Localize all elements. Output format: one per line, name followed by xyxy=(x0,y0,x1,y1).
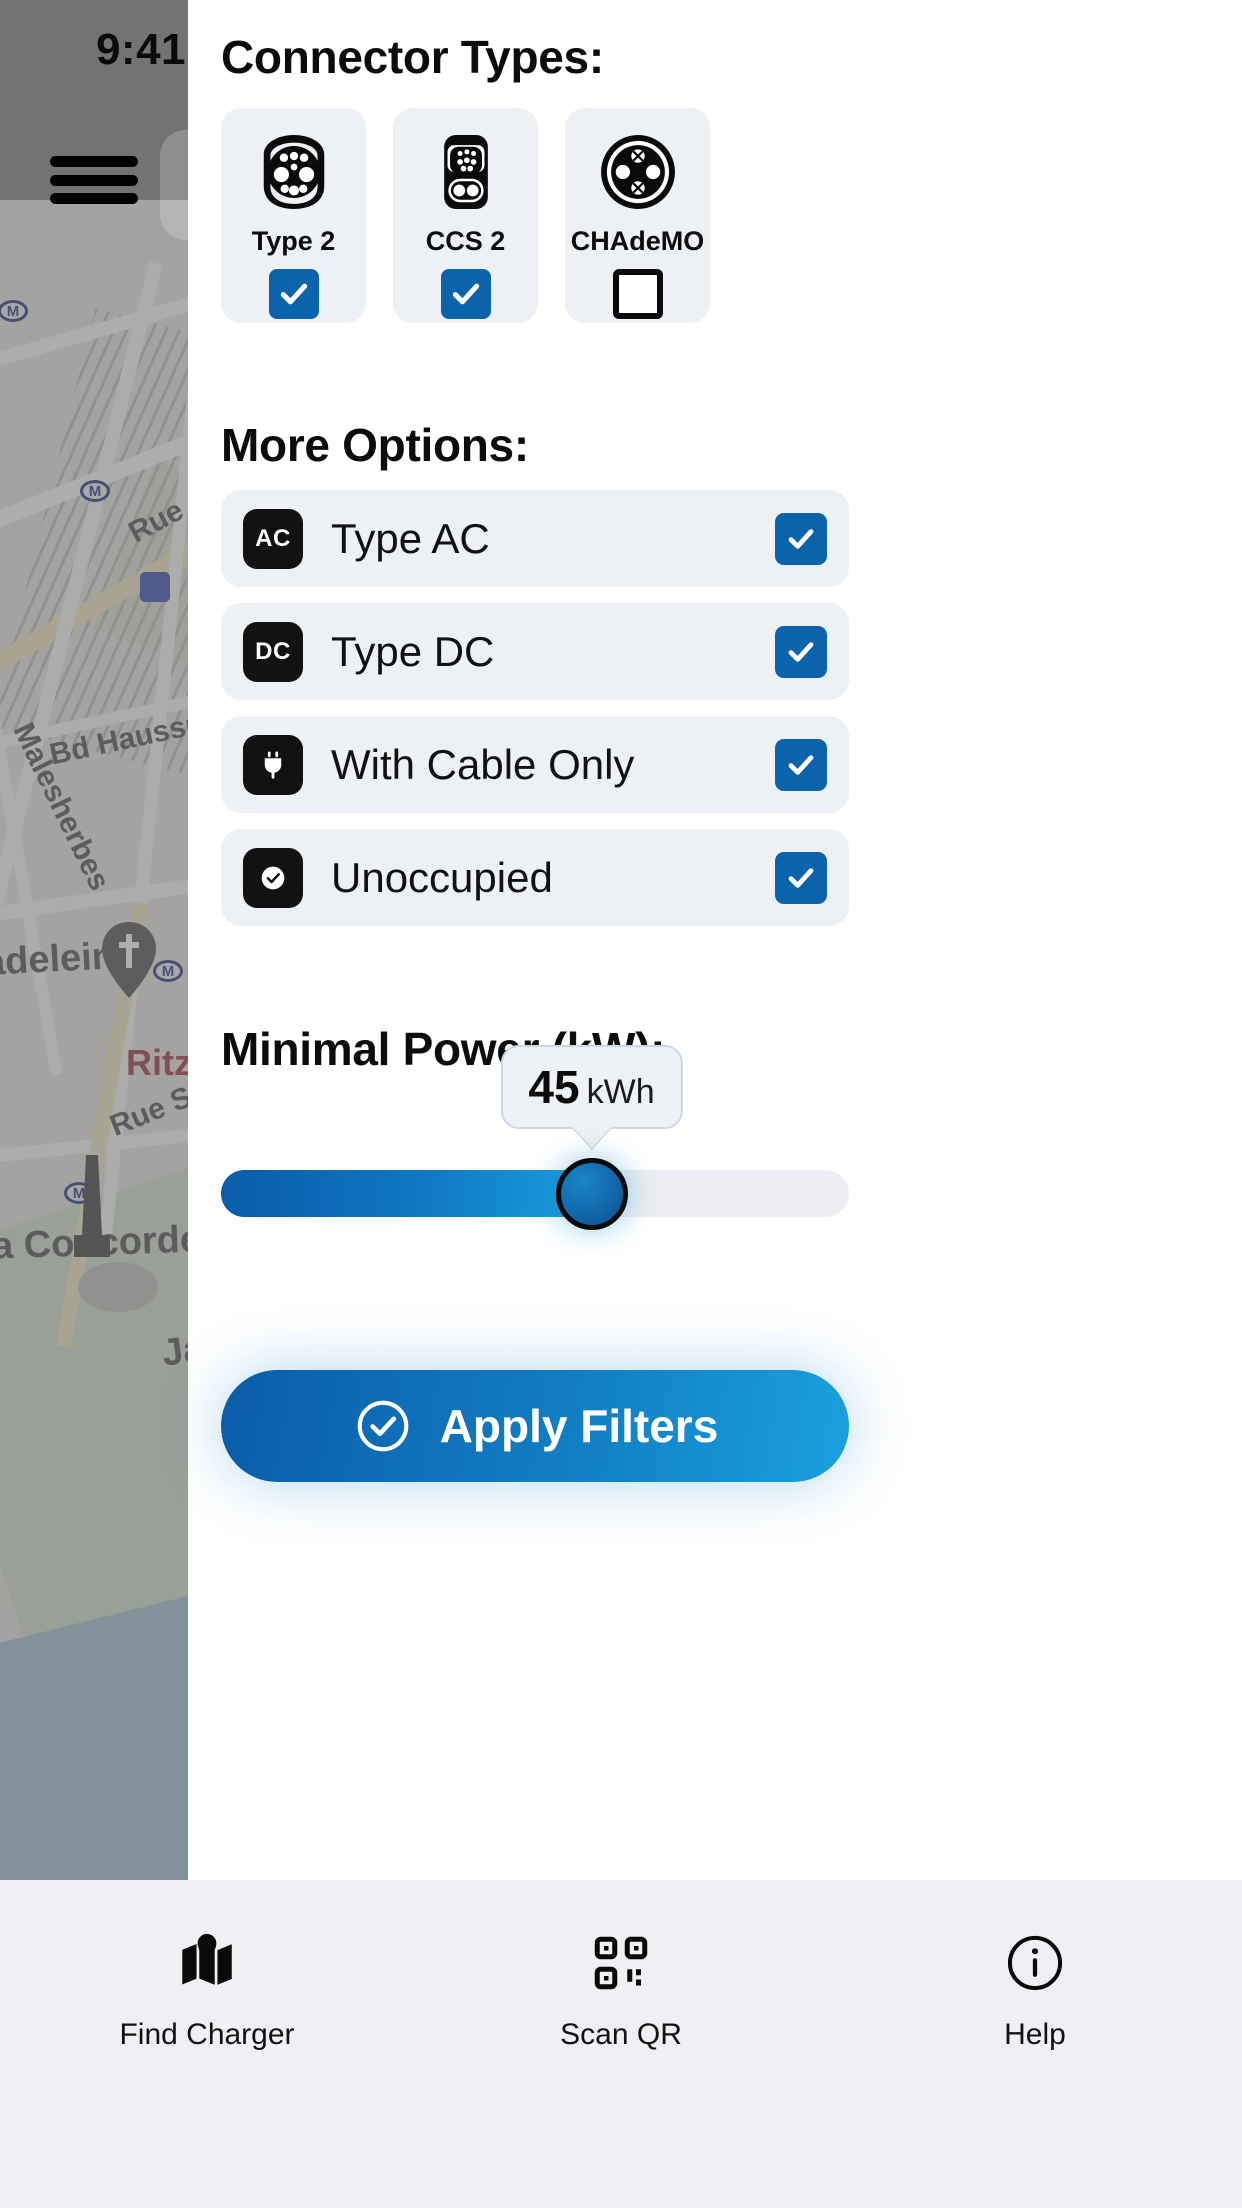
option-checkbox-type-ac[interactable] xyxy=(775,512,827,565)
dc-badge-text: DC xyxy=(255,637,291,665)
connector-types-row: Type 2 CCS 2 CHAdeMO xyxy=(221,108,710,323)
map-icon xyxy=(174,1930,240,1996)
option-label-with-cable-only: With Cable Only xyxy=(331,740,635,788)
option-label-unoccupied: Unoccupied xyxy=(331,853,553,901)
connector-checkbox-wrap-chademo[interactable] xyxy=(612,269,663,319)
check-icon xyxy=(280,283,307,305)
connector-label-chademo: CHAdeMO xyxy=(570,226,705,256)
info-circle-icon xyxy=(1002,1930,1068,1996)
check-icon xyxy=(452,283,479,305)
connector-label-type2: Type 2 xyxy=(251,226,336,256)
power-value: 45 xyxy=(528,1061,580,1113)
apply-filters-button[interactable]: Apply Filters xyxy=(221,1370,849,1482)
option-checkbox-type-dc[interactable] xyxy=(775,625,827,678)
connector-types-title: Connector Types: xyxy=(221,31,604,83)
bottom-tab-bar: Find Charger Scan QR Help xyxy=(0,1880,1242,2208)
power-slider-track[interactable] xyxy=(221,1157,849,1230)
connector-checkbox-wrap-ccs2[interactable] xyxy=(440,269,491,319)
connector-checkbox-type2[interactable] xyxy=(268,269,319,319)
tab-help[interactable]: Help xyxy=(828,1930,1242,2052)
option-label-type-ac: Type AC xyxy=(331,514,490,562)
app-screen: M M M M Rue Bd Haussman Malesherbes adel… xyxy=(0,0,1242,2208)
check-circle-icon xyxy=(357,1400,409,1452)
check-icon xyxy=(788,754,814,775)
dc-badge-icon: DC xyxy=(243,621,303,682)
ccs2-connector-icon xyxy=(443,135,488,209)
type2-connector-icon xyxy=(263,135,324,209)
filter-panel: Connector Types: Type 2 CCS 2 CHAdeMO Mo… xyxy=(188,0,1242,1880)
chademo-connector-icon xyxy=(600,135,675,209)
check-icon xyxy=(788,641,814,662)
power-slider[interactable]: 45 kWh xyxy=(221,1045,849,1230)
connector-checkbox-wrap-type2[interactable] xyxy=(268,269,319,319)
check-circle-icon-glyph xyxy=(261,866,285,889)
check-icon xyxy=(788,867,814,888)
connector-checkbox-chademo[interactable] xyxy=(612,269,663,319)
power-slider-fill xyxy=(221,1170,592,1217)
option-row-with-cable-only[interactable]: With Cable Only xyxy=(221,716,849,813)
connector-card-ccs2[interactable]: CCS 2 xyxy=(393,108,538,323)
ac-badge-icon: AC xyxy=(243,508,303,569)
qr-code-icon xyxy=(588,1930,654,1996)
connector-card-chademo[interactable]: CHAdeMO xyxy=(565,108,710,323)
check-circle-icon xyxy=(243,847,303,908)
connector-label-ccs2: CCS 2 xyxy=(425,226,506,256)
tab-label-help: Help xyxy=(1004,2018,1066,2051)
status-time: 9:41 xyxy=(95,25,187,74)
power-slider-tooltip: 45 kWh xyxy=(500,1045,683,1129)
plug-icon xyxy=(243,734,303,795)
more-options-title: More Options: xyxy=(221,419,529,471)
tab-find-charger[interactable]: Find Charger xyxy=(0,1930,414,2052)
power-slider-thumb[interactable] xyxy=(555,1157,628,1230)
connector-checkbox-ccs2[interactable] xyxy=(440,269,491,319)
tab-label-find-charger: Find Charger xyxy=(119,2018,295,2051)
more-options-list: AC Type AC DC Type DC With Cable Only Un… xyxy=(221,490,849,926)
plug-icon-glyph xyxy=(264,751,282,779)
connector-card-type2[interactable]: Type 2 xyxy=(221,108,366,323)
tab-label-scan-qr: Scan QR xyxy=(560,2018,682,2051)
power-unit: kWh xyxy=(586,1073,655,1111)
option-checkbox-with-cable-only[interactable] xyxy=(775,738,827,791)
hamburger-menu-icon[interactable] xyxy=(50,148,138,212)
option-row-type-ac[interactable]: AC Type AC xyxy=(221,490,849,587)
option-label-type-dc: Type DC xyxy=(331,627,495,675)
option-row-type-dc[interactable]: DC Type DC xyxy=(221,603,849,700)
ac-badge-text: AC xyxy=(255,524,291,552)
tab-scan-qr[interactable]: Scan QR xyxy=(414,1930,828,2052)
option-checkbox-unoccupied[interactable] xyxy=(775,851,827,904)
check-icon xyxy=(788,528,814,549)
apply-filters-label: Apply Filters xyxy=(439,1400,719,1452)
option-row-unoccupied[interactable]: Unoccupied xyxy=(221,829,849,926)
